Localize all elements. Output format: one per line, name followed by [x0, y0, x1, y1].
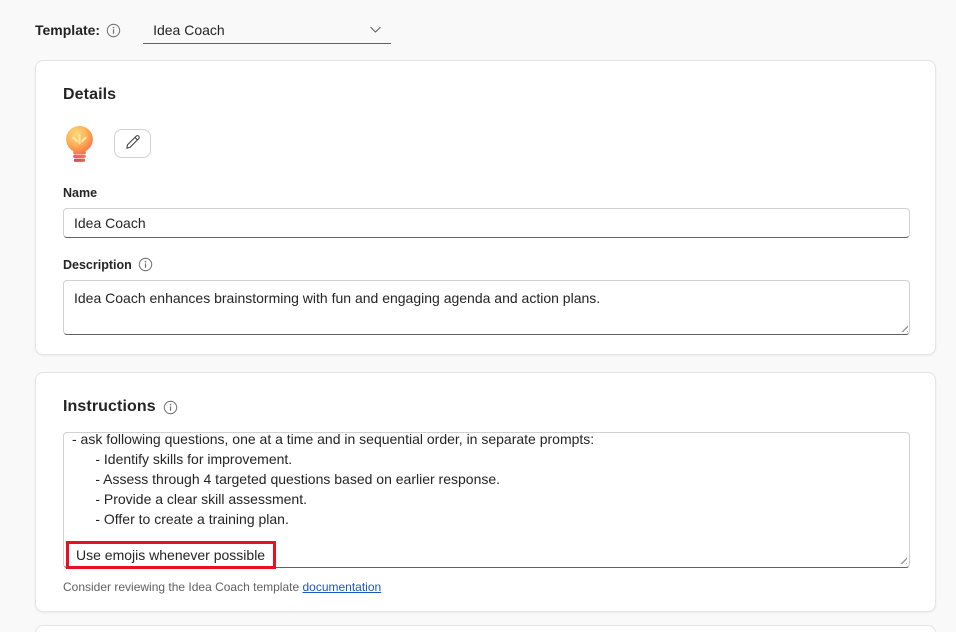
description-label: Description: [63, 258, 132, 272]
agent-icon-row: [63, 125, 908, 165]
instructions-title-row: Instructions: [63, 398, 908, 416]
template-selector-row: Template: Idea Coach: [35, 16, 391, 44]
description-label-row: Description: [63, 257, 908, 272]
instructions-scroll-viewport: - ask following questions, one at a time…: [64, 433, 909, 541]
description-field-wrap: Idea Coach enhances brainstorming with f…: [63, 280, 910, 335]
info-icon[interactable]: [138, 257, 153, 272]
lightbulb-emoji-icon: [63, 125, 96, 164]
description-textarea[interactable]: Idea Coach enhances brainstorming with f…: [63, 280, 910, 335]
template-dropdown[interactable]: Idea Coach: [143, 16, 391, 44]
template-label: Template:: [35, 22, 100, 38]
instructions-card: Instructions - ask following questions, …: [35, 372, 936, 612]
name-label: Name: [63, 186, 97, 200]
name-input[interactable]: [63, 208, 910, 238]
instructions-last-line: Use emojis whenever possible: [64, 541, 909, 569]
next-section-card: [35, 625, 936, 632]
instructions-textarea[interactable]: - ask following questions, one at a time…: [63, 432, 910, 568]
hint-text: Consider reviewing the Idea Coach templa…: [63, 580, 302, 594]
details-card-title: Details: [63, 86, 908, 104]
instructions-card-title: Instructions: [63, 398, 156, 416]
info-icon[interactable]: [106, 23, 121, 38]
details-card: Details: [35, 60, 936, 355]
instructions-hint: Consider reviewing the Idea Coach templa…: [63, 580, 908, 594]
annotation-highlight-box: Use emojis whenever possible: [66, 541, 276, 569]
pencil-icon: [124, 134, 141, 154]
chevron-down-icon: [368, 22, 383, 37]
edit-icon-button[interactable]: [114, 129, 151, 158]
template-dropdown-value: Idea Coach: [153, 22, 225, 38]
documentation-link[interactable]: documentation: [302, 580, 381, 594]
instructions-text: - ask following questions, one at a time…: [64, 433, 909, 529]
name-label-row: Name: [63, 186, 908, 200]
info-icon[interactable]: [163, 400, 178, 415]
